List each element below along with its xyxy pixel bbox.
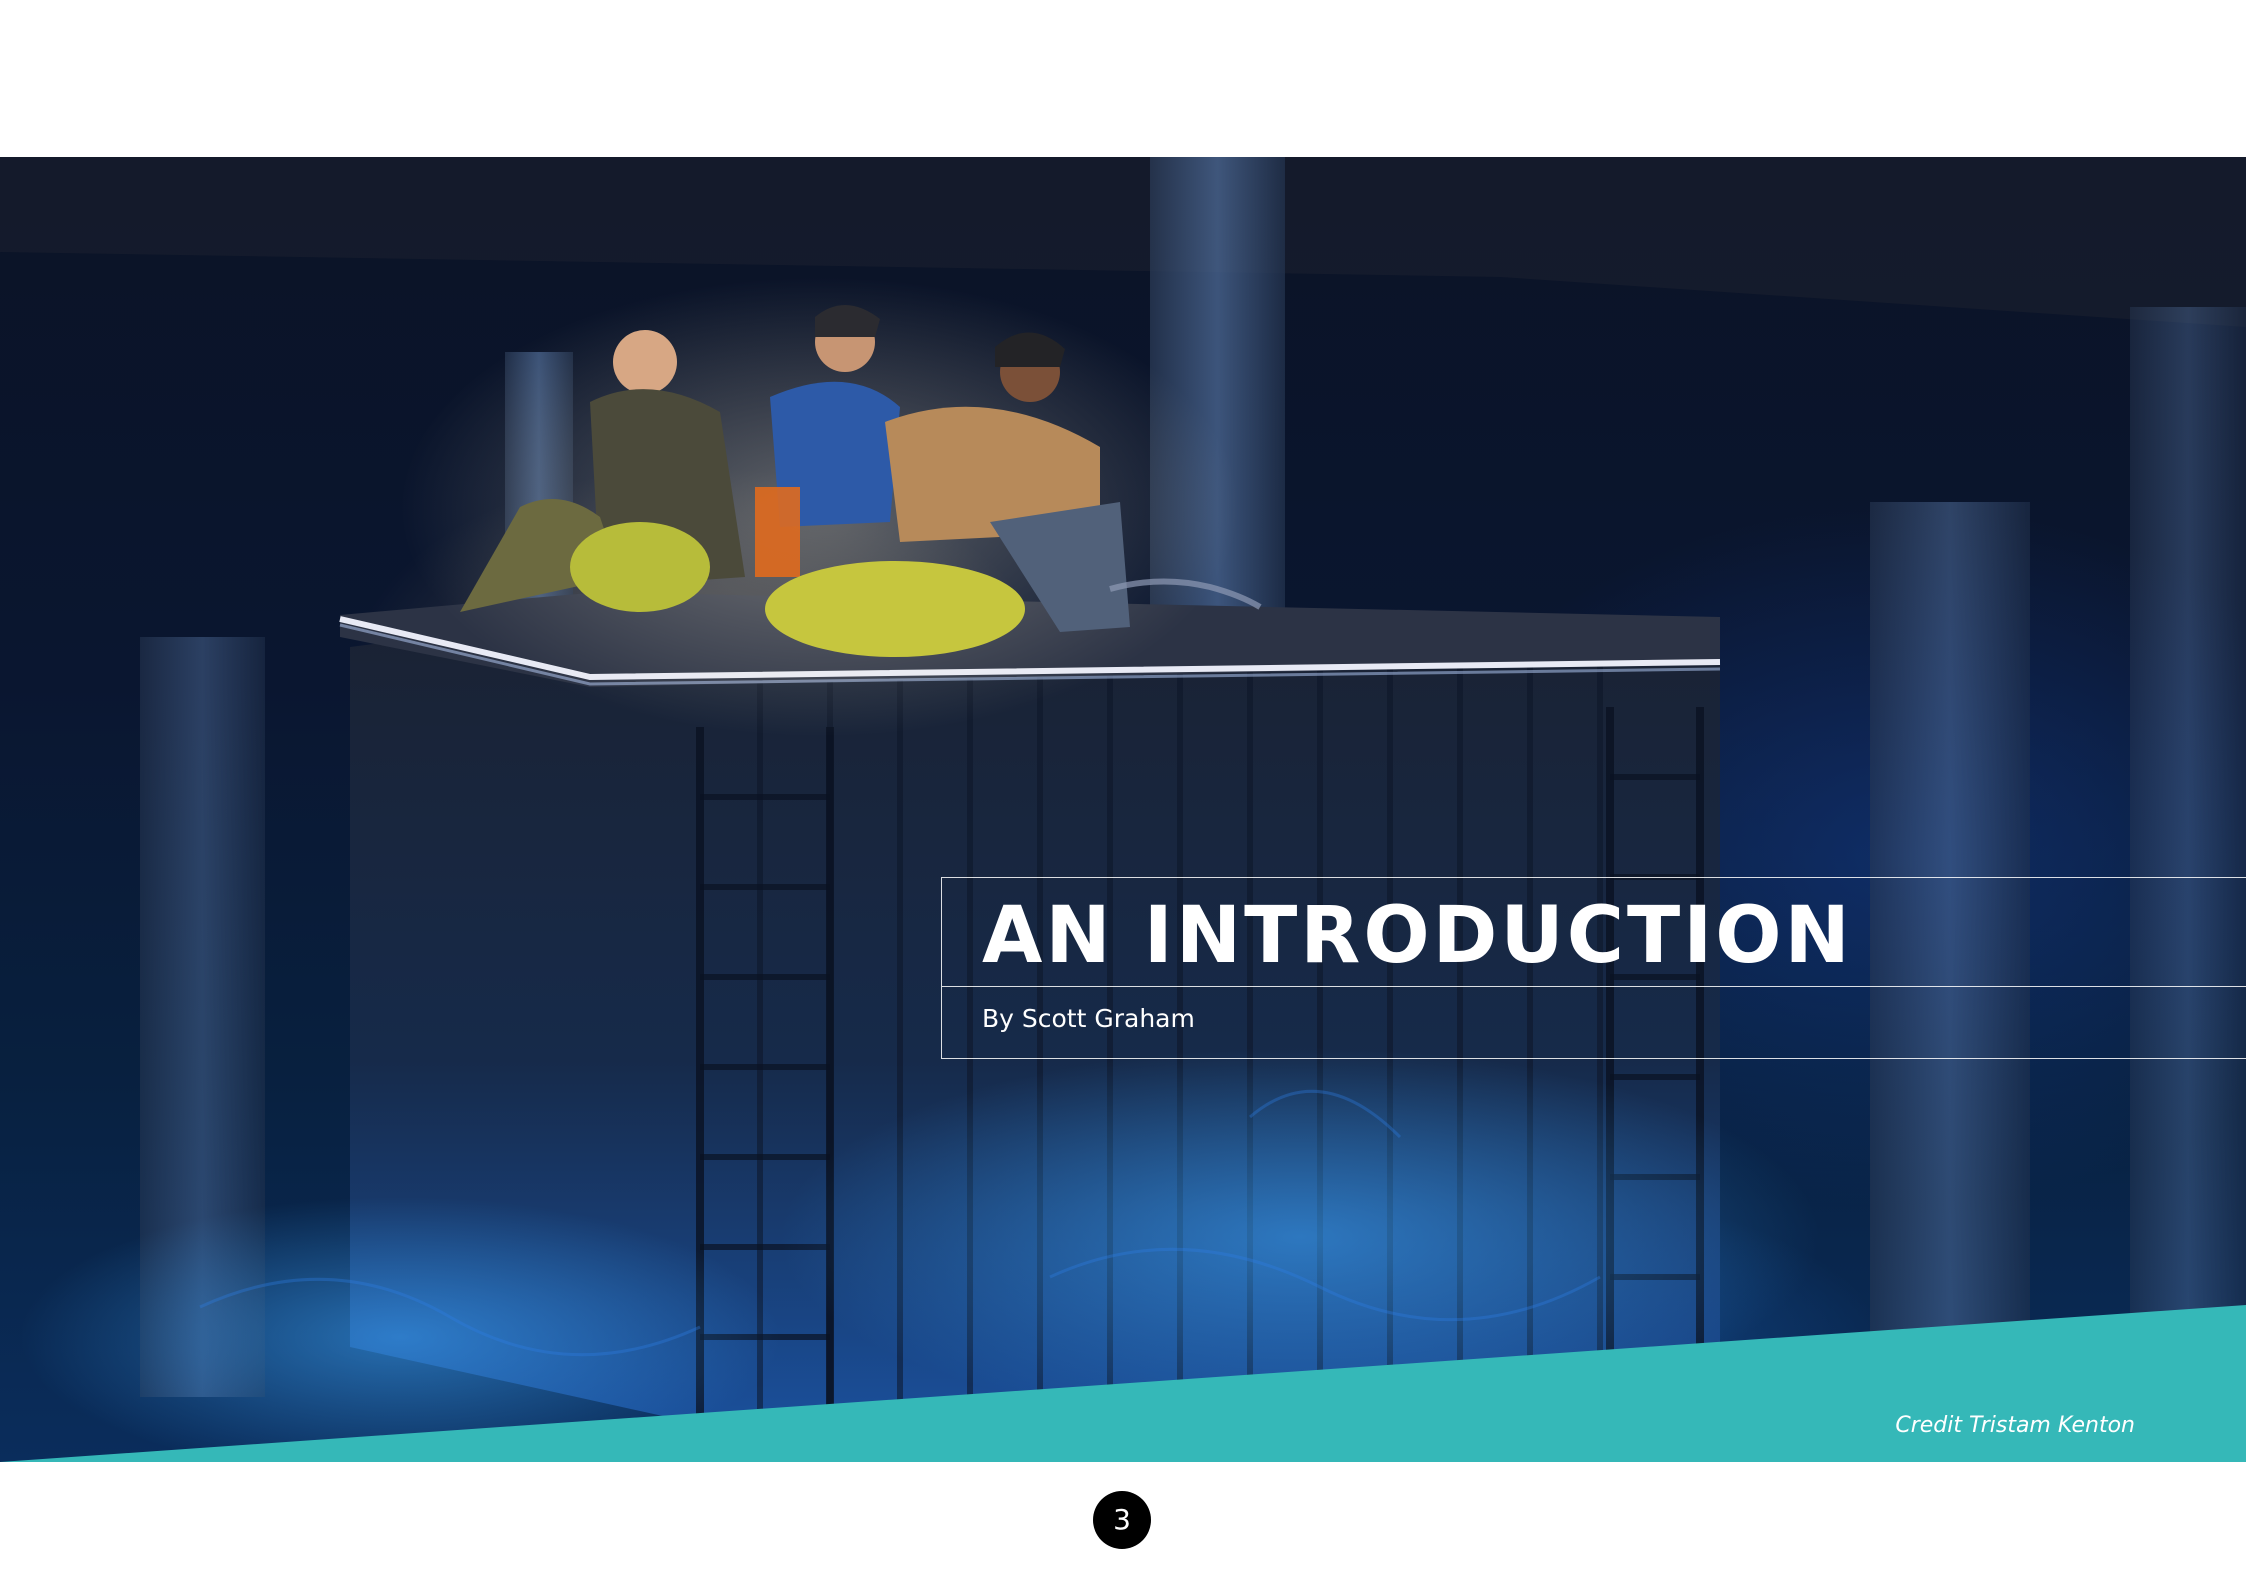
photo-credit: Credit Tristam Kenton (1895, 1413, 2135, 1438)
hero-photo-section (0, 157, 2246, 1462)
byline: By Scott Graham (982, 1004, 1195, 1033)
teal-accent-band (0, 1305, 2246, 1462)
title-divider (942, 986, 2246, 987)
title-box: AN INTRODUCTION By Scott Graham (941, 877, 2246, 1059)
page-title: AN INTRODUCTION (982, 891, 1853, 981)
page-number-badge: 3 (1093, 1491, 1151, 1549)
